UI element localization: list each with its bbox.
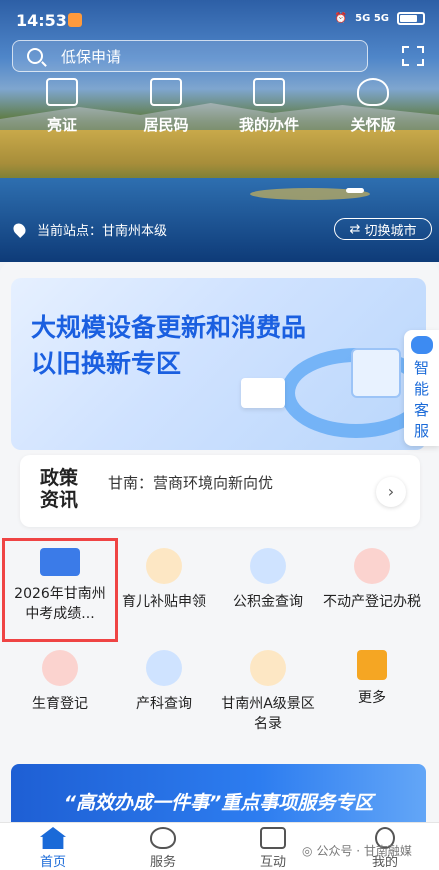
- scenic-icon: [250, 650, 286, 686]
- scan-icon[interactable]: [402, 46, 424, 66]
- banner-device-icon: [241, 378, 285, 408]
- station-label: 当前站点：甘南州本级: [37, 224, 168, 239]
- tab-interact[interactable]: 互动: [238, 827, 308, 870]
- tab-label: 首页: [39, 855, 66, 870]
- service-more[interactable]: 更多: [320, 650, 424, 708]
- quick-action-care-mode[interactable]: 关怀版: [333, 78, 413, 135]
- search-icon: [27, 48, 43, 64]
- wechat-icon: ◎: [302, 843, 313, 858]
- watermark: ◎ 公众号 · 甘南融媒: [302, 842, 412, 859]
- promo-banner[interactable]: 大规模设备更新和消费品 以旧换新专区: [11, 278, 426, 450]
- fund-house-icon: [250, 548, 286, 584]
- quick-action-my-cases[interactable]: 我的办件: [229, 78, 309, 135]
- key-services-banner[interactable]: “高效办成一件事”重点事项服务专区: [11, 764, 426, 822]
- policy-news-bar[interactable]: 政策资讯 甘南：营商环境向新向优 ›: [20, 455, 420, 527]
- service-property-tax[interactable]: 不动产登记办税: [320, 548, 424, 612]
- banner-device-icon: [351, 348, 401, 398]
- swap-icon: ⇄: [349, 221, 361, 237]
- more-grid-icon: [357, 650, 387, 680]
- service-maternity[interactable]: 产科查询: [112, 650, 216, 714]
- battery-icon: [397, 12, 425, 25]
- network-indicator: 5G 5G: [355, 13, 389, 24]
- robot-icon: [410, 336, 433, 354]
- service-label: 育儿补贴申领: [122, 594, 206, 610]
- document-edit-icon: [253, 78, 285, 106]
- quick-action-label: 我的办件: [238, 116, 299, 134]
- service-heart-icon: [150, 827, 176, 849]
- search-placeholder: 低保申请: [61, 47, 122, 66]
- switch-city-label: 切换城市: [364, 223, 417, 239]
- location-pin-icon: [11, 221, 28, 238]
- birth-register-icon: [42, 650, 78, 686]
- house-tax-icon: [354, 548, 390, 584]
- tab-label: 互动: [259, 855, 286, 870]
- service-label: 甘南州A级景区名录: [221, 696, 315, 732]
- tab-home[interactable]: 首页: [18, 827, 88, 870]
- search-input[interactable]: 低保申请: [12, 40, 368, 72]
- building-icon: [146, 548, 182, 584]
- id-card-icon: [46, 78, 78, 106]
- quick-action-id[interactable]: 亮证: [22, 78, 102, 135]
- watermark-text: 公众号 · 甘南融媒: [316, 844, 412, 858]
- selection-highlight: [2, 538, 118, 642]
- policy-headline: 甘南：营商环境向新向优: [108, 474, 274, 492]
- service-label: 更多: [358, 690, 386, 706]
- status-time: 14:53: [16, 11, 67, 30]
- service-housing-fund[interactable]: 公积金查询: [216, 548, 320, 612]
- interact-icon: [260, 827, 286, 849]
- banner-line1: 大规模设备更新和消费品: [31, 313, 307, 342]
- smart-customer-service-button[interactable]: 智能客服: [404, 330, 439, 446]
- status-bar: 14:53 ⏰ 5G 5G: [0, 0, 439, 40]
- key-services-title: “高效办成一件事”重点事项服务专区: [63, 792, 374, 814]
- service-label: 生育登记: [32, 696, 88, 712]
- tab-service[interactable]: 服务: [128, 827, 198, 870]
- quick-action-label: 关怀版: [350, 116, 396, 134]
- service-birth-register[interactable]: 生育登记: [8, 650, 112, 714]
- heart-icon: [357, 78, 389, 106]
- quick-action-label: 居民码: [143, 116, 189, 134]
- service-childcare-subsidy[interactable]: 育儿补贴申领: [112, 548, 216, 612]
- carousel-indicator: [346, 188, 364, 193]
- quick-action-label: 亮证: [46, 116, 77, 134]
- current-station: 当前站点：甘南州本级: [11, 220, 168, 239]
- customer-service-label: 智能客服: [413, 359, 429, 440]
- policy-label: 政策资讯: [40, 467, 79, 511]
- home-icon: [40, 827, 66, 849]
- service-label: 不动产登记办税: [323, 594, 421, 610]
- quick-action-resident-code[interactable]: 居民码: [126, 78, 206, 135]
- banner-line2: 以旧换新专区: [31, 349, 182, 378]
- service-label: 产科查询: [136, 696, 192, 712]
- maternity-icon: [146, 650, 182, 686]
- switch-city-button[interactable]: ⇄ 切换城市: [334, 218, 432, 240]
- service-scenic-list[interactable]: 甘南州A级景区名录: [216, 650, 320, 734]
- alarm-icon: ⏰: [334, 13, 348, 24]
- qr-code-icon: [150, 78, 182, 106]
- service-label: 公积金查询: [233, 594, 303, 610]
- notification-icon: [68, 13, 82, 27]
- tab-label: 服务: [149, 855, 176, 870]
- chevron-right-icon[interactable]: ›: [376, 477, 406, 507]
